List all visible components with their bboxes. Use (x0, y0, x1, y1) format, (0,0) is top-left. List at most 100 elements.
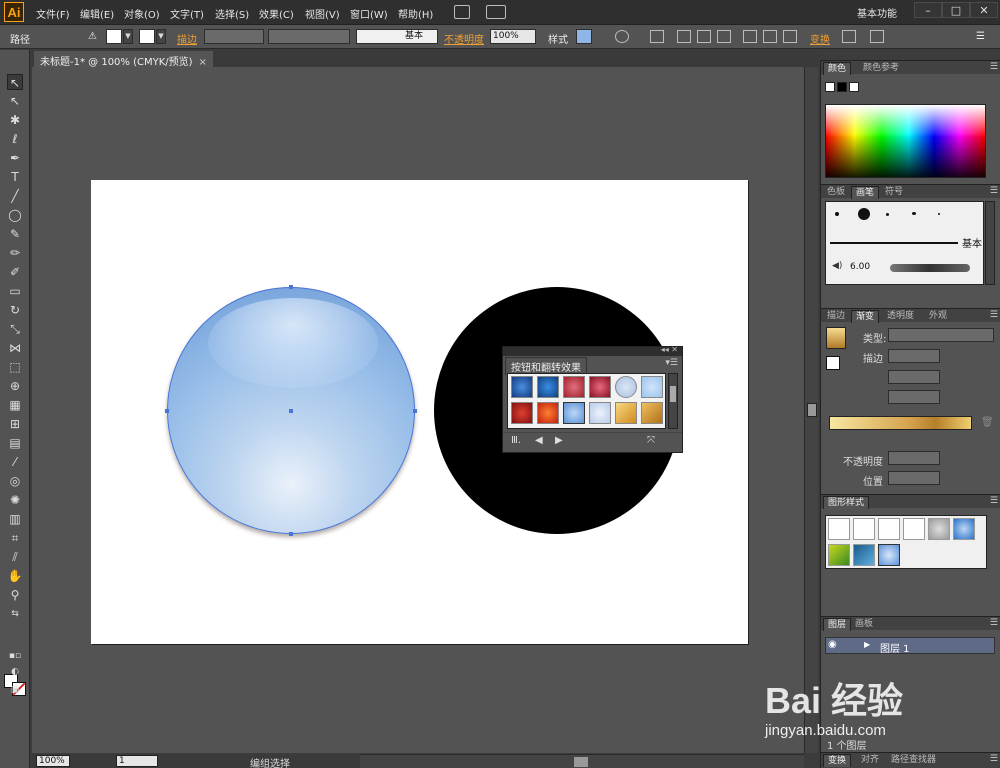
tab-stroke[interactable]: 描边 (823, 310, 849, 323)
gradient-tool-icon[interactable]: ▤ (7, 435, 23, 451)
panel-menu-icon[interactable]: ☰ (990, 310, 998, 320)
brush-item[interactable] (858, 208, 870, 220)
none-swatch[interactable] (825, 82, 835, 92)
gradient-type-select[interactable] (888, 328, 994, 342)
tab-appearance[interactable]: 外观 (925, 310, 951, 323)
menu-object[interactable]: 对象(O) (124, 6, 160, 21)
style-swatch[interactable] (537, 402, 559, 424)
panel-scrollbar[interactable] (668, 373, 678, 429)
tab-color-guide[interactable]: 颜色参考 (859, 62, 903, 75)
menu-help[interactable]: 帮助(H) (398, 6, 433, 21)
style-swatch[interactable] (589, 376, 611, 398)
anchor-point-left[interactable] (165, 409, 169, 413)
align-left-icon[interactable] (677, 30, 691, 43)
horizontal-scroll-thumb[interactable] (574, 757, 588, 767)
previous-icon[interactable]: ◀ (535, 435, 543, 446)
expand-arrow-icon[interactable]: ▶ (864, 640, 870, 649)
bridge-icon[interactable] (454, 5, 470, 19)
menu-effect[interactable]: 效果(C) (259, 6, 294, 21)
delete-stop-icon[interactable]: 🗑 (981, 417, 994, 428)
stroke-color-swatch[interactable] (139, 29, 155, 44)
graphic-style-swatch[interactable] (828, 544, 850, 566)
layer-row[interactable]: ◉ ▶ 图层 1 (825, 637, 995, 655)
transform-label[interactable]: 变换 (810, 31, 830, 46)
slice-tool-icon[interactable]: ⫽ (7, 549, 23, 565)
symbol-sprayer-tool-icon[interactable]: ✺ (7, 492, 23, 508)
line-tool-icon[interactable]: ╱ (7, 188, 23, 204)
style-swatch[interactable] (615, 402, 637, 424)
brush-item[interactable] (912, 212, 916, 215)
hand-tool-icon[interactable]: ✋ (7, 568, 23, 584)
tab-transform[interactable]: 变换 (823, 754, 852, 767)
panel-menu-icon[interactable]: ▾☰ (665, 358, 678, 368)
panel-menu-icon[interactable]: ☰ (990, 186, 998, 196)
panel-menu-icon[interactable]: ☰ (990, 618, 998, 628)
stroke-label[interactable]: 描边 (177, 31, 197, 46)
graphic-style-swatch[interactable] (878, 518, 900, 540)
workspace-switcher[interactable]: 基本功能 (857, 5, 897, 20)
style-swatch[interactable] (511, 376, 533, 398)
arrange-documents-icon[interactable] (486, 5, 506, 19)
scroll-thumb[interactable] (670, 386, 676, 402)
anchor-point-bottom[interactable] (289, 532, 293, 536)
zoom-tool-icon[interactable]: ⚲ (7, 587, 23, 603)
tab-brushes[interactable]: 画笔 (851, 186, 880, 199)
tab-gradient[interactable]: 渐变 (851, 310, 880, 323)
menu-edit[interactable]: 编辑(E) (80, 6, 114, 21)
menu-view[interactable]: 视图(V) (305, 6, 340, 21)
drawing-mode-icon[interactable]: ◐ (7, 664, 23, 680)
charcoal-brush-stroke[interactable] (890, 264, 970, 272)
pencil-tool-icon[interactable]: ✏ (7, 245, 23, 261)
graphic-style-swatch[interactable] (953, 518, 975, 540)
gradient-angle-input[interactable] (888, 370, 940, 384)
anchor-point-right[interactable] (413, 409, 417, 413)
gradient-fill-box[interactable] (826, 356, 840, 370)
black-swatch[interactable] (837, 82, 847, 92)
shape-builder-tool-icon[interactable]: ⊕ (7, 378, 23, 394)
opacity-label[interactable]: 不透明度 (444, 31, 484, 46)
brush-item[interactable] (886, 213, 889, 216)
select-similar-icon[interactable] (870, 30, 884, 43)
align-to-icon[interactable] (650, 30, 664, 43)
graphic-style-swatch-selected[interactable] (878, 544, 900, 566)
panel-title-bar[interactable]: ◂◂ ✕ (503, 345, 682, 356)
menu-file[interactable]: 文件(F) (36, 6, 70, 21)
menu-select[interactable]: 选择(S) (215, 6, 249, 21)
align-middle-icon[interactable] (763, 30, 777, 43)
blob-brush-tool-icon[interactable]: ✐ (7, 264, 23, 280)
fill-dropdown[interactable]: ▼ (123, 29, 133, 44)
menu-window[interactable]: 窗口(W) (350, 6, 388, 21)
align-center-icon[interactable] (697, 30, 711, 43)
tab-artboards[interactable]: 画板 (851, 618, 877, 631)
isolate-icon[interactable] (842, 30, 856, 43)
panel-menu-icon[interactable]: ☰ (990, 62, 998, 72)
canvas-area[interactable] (32, 67, 804, 753)
style-swatch[interactable] (615, 376, 637, 398)
white-swatch[interactable] (849, 82, 859, 92)
restore-icon[interactable]: □ (942, 2, 970, 18)
artboard-number-input[interactable]: 1 (116, 755, 158, 767)
scale-tool-icon[interactable]: ⤡ (7, 321, 23, 337)
tab-color[interactable]: 颜色 (823, 62, 852, 75)
swap-fill-stroke-icon[interactable]: ⇆ (7, 606, 23, 622)
brush-item[interactable] (938, 213, 940, 215)
vertical-scroll-thumb[interactable] (807, 403, 817, 417)
layer-name[interactable]: 图层 1 (880, 640, 910, 655)
style-swatch[interactable] (537, 376, 559, 398)
style-swatch[interactable] (511, 402, 533, 424)
align-top-icon[interactable] (743, 30, 757, 43)
brush-scrollbar[interactable] (985, 201, 995, 285)
rotate-tool-icon[interactable]: ↻ (7, 302, 23, 318)
library-menu-icon[interactable]: Ⅲ. (511, 435, 521, 446)
color-mode-icon[interactable]: ▪▫ (7, 648, 23, 664)
horizontal-scrollbar[interactable] (360, 754, 804, 768)
style-swatch[interactable] (563, 376, 585, 398)
fill-color-swatch[interactable] (106, 29, 122, 44)
brush-item[interactable] (835, 212, 839, 216)
paintbrush-tool-icon[interactable]: ✎ (7, 226, 23, 242)
stroke-weight-input[interactable] (204, 29, 264, 44)
break-link-icon[interactable]: ⤧ (647, 435, 655, 446)
magic-wand-tool-icon[interactable]: ✱ (7, 112, 23, 128)
artboard-tool-icon[interactable]: ⌗ (7, 530, 23, 546)
perspective-grid-tool-icon[interactable]: ▦ (7, 397, 23, 413)
